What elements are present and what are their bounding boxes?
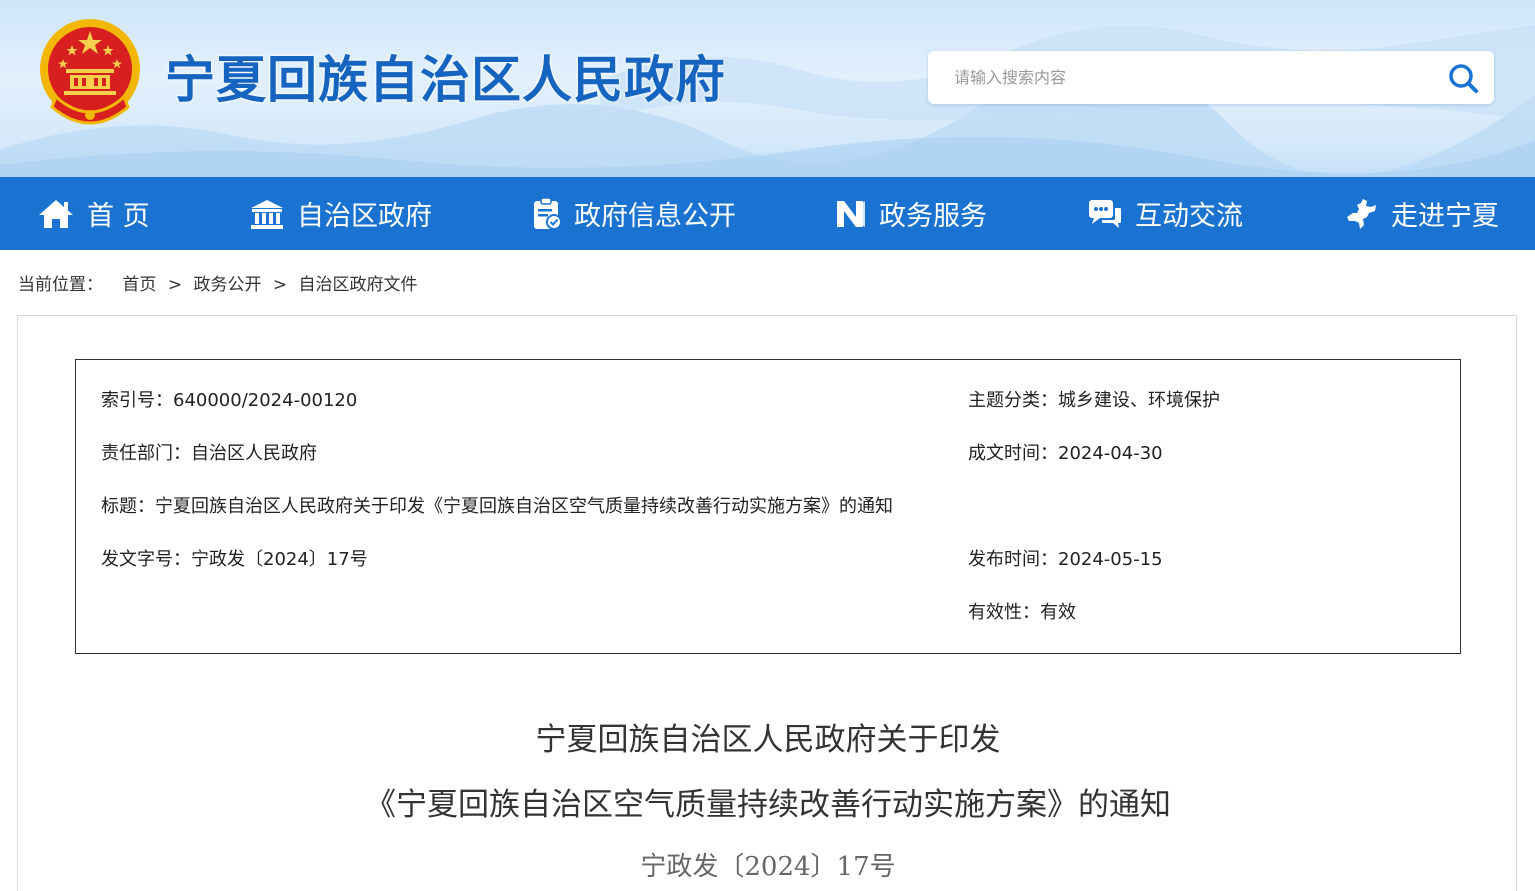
document-title-line1: 宁夏回族自治区人民政府关于印发 bbox=[535, 722, 1001, 758]
nav-item-label: 互动交流 bbox=[1135, 201, 1243, 232]
breadcrumb: 当前位置： 首页 > 政务公开 > 自治区政府文件 bbox=[18, 270, 418, 295]
breadcrumb-gov-affairs[interactable]: 政务公开 bbox=[193, 275, 261, 295]
government-building-icon bbox=[251, 199, 283, 229]
breadcrumb-separator: > bbox=[167, 275, 183, 295]
nav-item-label: 政府信息公开 bbox=[574, 201, 736, 232]
site-title: 宁夏回族自治区人民政府 bbox=[165, 51, 726, 109]
site-header: 宁夏回族自治区人民政府 bbox=[0, 0, 1535, 177]
main-content: 索引号：640000/2024-00120 主题分类：城乡建设、环境保护 责任部… bbox=[17, 315, 1517, 891]
created-date: 成文时间：2024-04-30 bbox=[968, 443, 1163, 464]
nav-item-services[interactable]: 政务服务 bbox=[835, 177, 987, 250]
chat-icon bbox=[1089, 199, 1121, 228]
nav-item-label: 政务服务 bbox=[879, 201, 987, 232]
nav-item-interaction[interactable]: 互动交流 bbox=[1087, 177, 1243, 250]
main-nav: 首 页 自治区政府 政府信息公开 政务服务 互动交流 走进宁夏 bbox=[0, 177, 1535, 250]
service-logo-icon bbox=[837, 200, 865, 227]
document-title-meta: 标题：宁夏回族自治区人民政府关于印发《宁夏回族自治区空气质量持续改善行动实施方案… bbox=[101, 496, 893, 517]
breadcrumb-gov-documents[interactable]: 自治区政府文件 bbox=[299, 275, 418, 295]
search-icon[interactable] bbox=[1446, 62, 1480, 94]
document-number-meta: 发文字号：宁政发〔2024〕17号 bbox=[101, 549, 368, 570]
search-box bbox=[928, 51, 1494, 104]
published-date: 发布时间：2024-05-15 bbox=[968, 549, 1163, 570]
nav-item-label: 自治区政府 bbox=[297, 201, 432, 232]
breadcrumb-prefix: 当前位置： bbox=[18, 275, 103, 295]
document-check-icon bbox=[534, 196, 562, 230]
validity-status: 有效性：有效 bbox=[968, 602, 1076, 623]
topic-category: 主题分类：城乡建设、环境保护 bbox=[968, 390, 1220, 411]
search-input[interactable] bbox=[928, 51, 1418, 104]
nav-item-info-disclosure[interactable]: 政府信息公开 bbox=[532, 177, 736, 250]
home-icon bbox=[39, 199, 73, 228]
national-emblem-logo bbox=[40, 19, 140, 125]
nav-item-home[interactable]: 首 页 bbox=[37, 177, 150, 250]
breadcrumb-home[interactable]: 首页 bbox=[122, 275, 156, 295]
breadcrumb-separator: > bbox=[272, 275, 288, 295]
map-region-icon bbox=[1347, 198, 1376, 229]
nav-item-government[interactable]: 自治区政府 bbox=[249, 177, 432, 250]
nav-item-label: 走进宁夏 bbox=[1391, 201, 1499, 232]
index-number: 索引号：640000/2024-00120 bbox=[101, 390, 358, 411]
nav-item-label: 首 页 bbox=[87, 201, 150, 232]
document-title-line2: 《宁夏回族自治区空气质量持续改善行动实施方案》的通知 bbox=[365, 787, 1171, 823]
responsible-department: 责任部门：自治区人民政府 bbox=[101, 443, 317, 464]
document-number: 宁政发〔2024〕17号 bbox=[640, 852, 896, 882]
nav-item-about-ningxia[interactable]: 走进宁夏 bbox=[1345, 177, 1499, 250]
document-metadata-box: 索引号：640000/2024-00120 主题分类：城乡建设、环境保护 责任部… bbox=[75, 359, 1461, 654]
